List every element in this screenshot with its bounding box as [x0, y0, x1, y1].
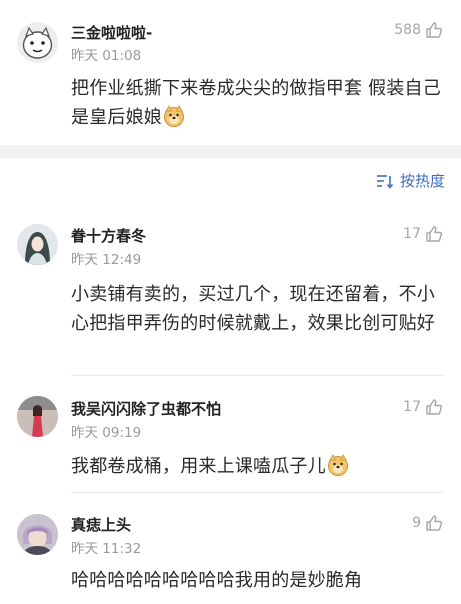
thumbs-up-icon: [426, 515, 443, 531]
avatar[interactable]: [17, 514, 58, 555]
comment-divider: [71, 375, 444, 376]
comment-content: 我都卷成桶，用来上课嗑瓜子儿: [71, 452, 443, 481]
like-count: 588: [394, 22, 421, 38]
like-button[interactable]: 17: [403, 225, 443, 243]
avatar[interactable]: [17, 396, 58, 437]
section-separator: [0, 145, 461, 158]
sort-icon: [376, 174, 394, 189]
comment-feed: 三金啦啦啦- 昨天 01:08 588 把作业纸撕下来卷成尖尖的做指甲套 假装自…: [0, 0, 461, 604]
sort-by-hot-button[interactable]: 按热度: [376, 170, 445, 191]
comment-divider: [71, 492, 444, 493]
comment-content: 哈哈哈哈哈哈哈哈哈我用的是妙脆角: [71, 570, 363, 591]
avatar[interactable]: [17, 22, 58, 63]
avatar-face-icon: [17, 22, 58, 63]
comment-text: 我都卷成桶，用来上课嗑瓜子儿: [71, 456, 326, 477]
like-count: 9: [412, 515, 421, 531]
like-button[interactable]: 17: [403, 398, 443, 416]
like-button[interactable]: 588: [394, 21, 443, 39]
comment-content: 小卖铺有卖的，买过几个，现在还留着，不小心把指甲弄伤的时候就戴上，效果比创可贴好: [71, 284, 435, 334]
comment-text: 把作业纸撕下来卷成尖尖的做指甲套 假装自己是皇后娘娘: [71, 78, 441, 128]
avatar[interactable]: [17, 224, 58, 265]
thumbs-up-icon: [426, 22, 443, 38]
comment-username[interactable]: 三金啦啦啦-: [71, 22, 152, 43]
comment-time: 昨天 01:08: [71, 48, 142, 64]
avatar-photo-icon: [17, 514, 58, 555]
comment-time: 昨天 12:49: [71, 252, 142, 268]
like-count: 17: [403, 399, 421, 415]
avatar-portrait-icon: [17, 224, 58, 265]
thumbs-up-icon: [426, 399, 443, 415]
avatar-photo-icon: [17, 396, 58, 437]
comment-username[interactable]: 真痣上头: [71, 514, 131, 535]
comment-content: 把作业纸撕下来卷成尖尖的做指甲套 假装自己是皇后娘娘: [71, 74, 443, 132]
comment-time: 昨天 09:19: [71, 425, 142, 441]
sort-label: 按热度: [399, 172, 445, 190]
comment-username[interactable]: 眷十方春冬: [71, 225, 146, 246]
doge-emoji-icon: [327, 454, 348, 476]
doge-emoji-icon: [164, 105, 184, 127]
thumbs-up-icon: [426, 226, 443, 242]
like-button[interactable]: 9: [412, 514, 443, 532]
comment-username[interactable]: 我吴闪闪除了虫都不怕: [71, 398, 221, 419]
comment-time: 昨天 11:32: [71, 541, 142, 557]
like-count: 17: [403, 226, 421, 242]
